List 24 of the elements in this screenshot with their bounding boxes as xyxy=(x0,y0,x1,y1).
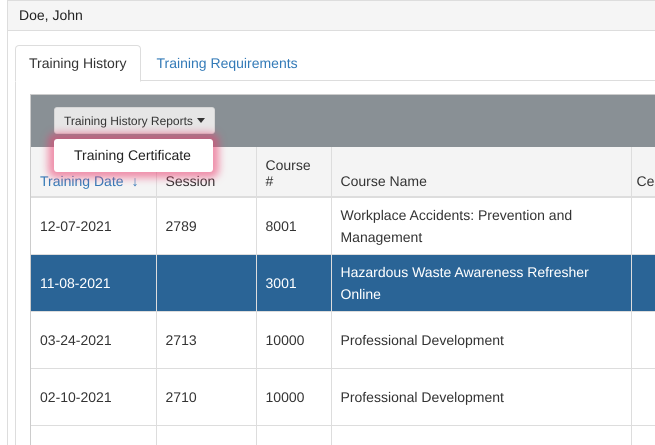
table-cell: 8001 xyxy=(256,197,331,254)
column-header[interactable]: Ce xyxy=(631,147,655,197)
table-cell: 2789 xyxy=(156,197,256,254)
tab[interactable]: Training Requirements xyxy=(142,45,312,80)
table-cell: Workplace Accidents: Prevention and Management xyxy=(331,197,631,254)
caret-icon xyxy=(196,118,205,123)
table-cell: 03-24-2021 xyxy=(31,311,156,368)
table-cell: 12-07-2021 xyxy=(31,197,156,254)
table-cell: Hazardous Waste Awareness Refresher Online xyxy=(331,254,631,311)
table-cell: 11-08-2021 xyxy=(31,254,156,311)
table-cell: 10000 xyxy=(256,311,331,368)
table-cell: 2713 xyxy=(156,311,256,368)
table-cell: 3001 xyxy=(256,254,331,311)
table-cell: Professional Development xyxy=(331,368,631,425)
table-cell: 2710 xyxy=(156,368,256,425)
column-header[interactable]: Course Name xyxy=(331,147,631,197)
table-cell: 10000 xyxy=(256,368,331,425)
table-cell: 02-10-2021 xyxy=(31,368,156,425)
table-cell: Professional Development xyxy=(331,311,631,368)
sort-arrow-icon: ↓ xyxy=(132,173,139,189)
column-header[interactable]: Course # xyxy=(256,147,331,197)
tab[interactable]: Training History xyxy=(15,45,141,82)
user-name: Doe, John xyxy=(19,7,83,23)
reports-dropdown-button[interactable]: Training History Reports xyxy=(54,107,215,134)
